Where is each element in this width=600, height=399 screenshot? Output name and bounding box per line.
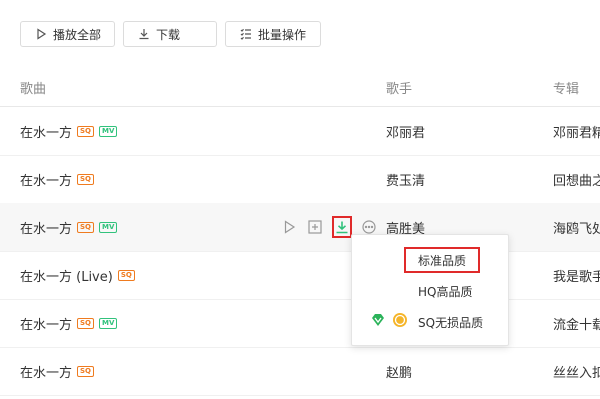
toolbar: 播放全部 下载 批量操作 xyxy=(20,21,321,47)
header-album[interactable]: 专辑 xyxy=(553,78,579,97)
play-song-button[interactable] xyxy=(280,218,298,236)
album-name[interactable]: 流金十载 xyxy=(553,299,600,347)
song-row[interactable]: 在水一方 SQ MV 邓丽君 邓丽君精 xyxy=(0,107,600,156)
song-title[interactable]: 在水一方 xyxy=(20,314,72,333)
download-label: 下载 xyxy=(156,27,181,42)
batch-operation-button[interactable]: 批量操作 xyxy=(225,21,321,47)
album-name[interactable]: 回想曲之 xyxy=(553,155,600,203)
album-name[interactable]: 我是歌手 xyxy=(553,251,600,299)
menu-item-hq-quality[interactable]: HQ高品质 xyxy=(418,283,472,300)
song-title[interactable]: 在水一方 xyxy=(20,218,72,237)
song-title[interactable]: 在水一方 xyxy=(20,122,72,141)
mv-badge[interactable]: MV xyxy=(99,221,118,233)
download-icon xyxy=(336,221,348,234)
download-button[interactable]: 下载 xyxy=(123,21,217,47)
add-icon xyxy=(308,220,322,234)
song-row[interactable]: 在水一方 SQ MV 流金十载 xyxy=(0,299,600,348)
song-title[interactable]: 在水一方 (Live) xyxy=(20,266,113,285)
batch-operation-label: 批量操作 xyxy=(258,27,307,42)
song-cell: 在水一方 SQ MV xyxy=(20,299,118,347)
batch-list-icon xyxy=(240,28,251,40)
play-all-label: 播放全部 xyxy=(53,27,102,42)
song-cell: 在水一方 SQ MV xyxy=(20,203,118,251)
song-row[interactable]: 在水一方 SQ 赵鹏 丝丝入扣 xyxy=(0,347,600,396)
vip-icons xyxy=(370,312,408,328)
singer-name[interactable]: 费玉清 xyxy=(386,155,425,203)
play-all-button[interactable]: 播放全部 xyxy=(20,21,115,47)
download-icon xyxy=(139,29,149,40)
singer-name[interactable]: 赵鹏 xyxy=(386,347,412,395)
gold-vip-icon xyxy=(393,313,407,327)
sq-badge: SQ xyxy=(77,125,95,137)
album-name[interactable]: 丝丝入扣 xyxy=(553,347,600,395)
sq-badge: SQ xyxy=(77,365,95,377)
song-list-header: 歌曲 歌手 专辑 xyxy=(0,78,600,100)
standard-quality-label: 标准品质 xyxy=(417,253,466,268)
play-icon xyxy=(37,28,47,40)
header-singer[interactable]: 歌手 xyxy=(386,78,412,97)
song-row-hovered[interactable]: 在水一方 SQ MV 高胜美 海鸥飞处 xyxy=(0,203,600,252)
menu-item-sq-lossless-quality[interactable]: SQ无损品质 xyxy=(418,314,483,331)
song-row[interactable]: 在水一方 SQ 费玉清 回想曲之 xyxy=(0,155,600,204)
header-song[interactable]: 歌曲 xyxy=(20,78,46,97)
song-cell: 在水一方 (Live) SQ xyxy=(20,251,135,299)
album-name[interactable]: 邓丽君精 xyxy=(553,107,600,155)
mv-badge[interactable]: MV xyxy=(99,125,118,137)
song-row[interactable]: 在水一方 (Live) SQ 我是歌手 xyxy=(0,251,600,300)
sq-badge: SQ xyxy=(117,269,135,281)
play-icon xyxy=(284,220,296,234)
singer-name[interactable]: 邓丽君 xyxy=(386,107,425,155)
menu-item-standard-quality[interactable]: 标准品质 xyxy=(404,247,480,273)
song-cell: 在水一方 SQ MV xyxy=(20,107,118,155)
song-title[interactable]: 在水一方 xyxy=(20,170,72,189)
download-quality-menu: 标准品质 HQ高品质 SQ无损品质 xyxy=(351,234,509,346)
song-cell: 在水一方 SQ xyxy=(20,347,95,395)
sq-badge: SQ xyxy=(77,317,95,329)
sq-badge: SQ xyxy=(77,173,95,185)
song-cell: 在水一方 SQ xyxy=(20,155,95,203)
sq-badge: SQ xyxy=(77,221,95,233)
album-name[interactable]: 海鸥飞处 xyxy=(553,203,600,251)
mv-badge[interactable]: MV xyxy=(99,317,118,329)
add-to-playlist-button[interactable] xyxy=(306,218,324,236)
green-diamond-icon xyxy=(372,314,384,326)
song-title[interactable]: 在水一方 xyxy=(20,362,72,381)
download-song-button[interactable] xyxy=(332,216,352,238)
more-icon xyxy=(362,220,376,234)
